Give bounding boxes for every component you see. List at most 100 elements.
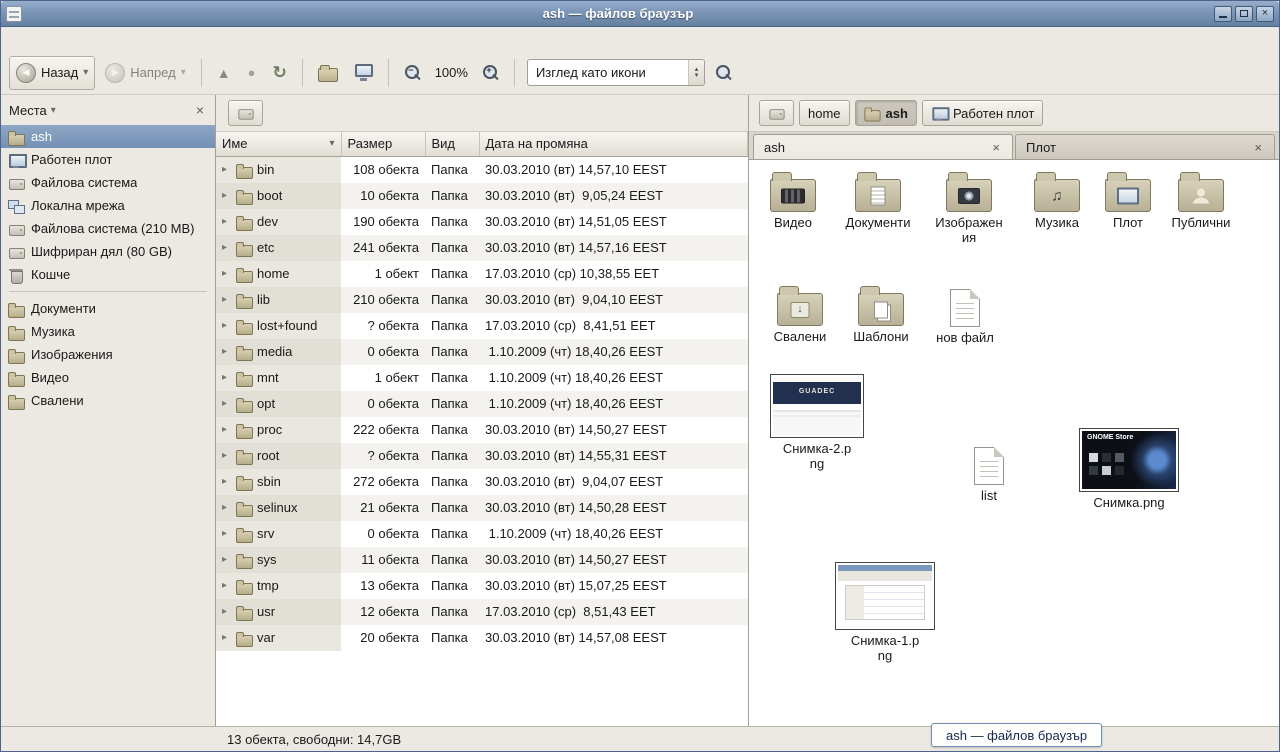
file-row[interactable]: ▸ media 0 обекта Папка 1.10.2009 (чт) 18… xyxy=(216,339,748,365)
file-row[interactable]: ▸ lost+found ? обекта Папка 17.03.2010 (… xyxy=(216,313,748,339)
expander-icon[interactable]: ▸ xyxy=(222,372,232,383)
file-row[interactable]: ▸ proc 222 обекта Папка 30.03.2010 (вт) … xyxy=(216,417,748,443)
file-row[interactable]: ▸ sys 11 обекта Папка 30.03.2010 (вт) 14… xyxy=(216,547,748,573)
path-button[interactable]: ash xyxy=(855,100,917,126)
file-row[interactable]: ▸ dev 190 обекта Папка 30.03.2010 (вт) 1… xyxy=(216,209,748,235)
sidebar-item[interactable]: Видео xyxy=(1,366,215,389)
expander-icon[interactable]: ▸ xyxy=(222,606,232,617)
sidebar-item[interactable]: Шифриран дял (80 GB) xyxy=(1,240,215,263)
expander-icon[interactable]: ▸ xyxy=(222,268,232,279)
folder-icon xyxy=(236,344,253,360)
sidebar-item[interactable]: Изображения xyxy=(1,343,215,366)
tab-close-button[interactable]: × xyxy=(990,141,1002,154)
stop-button[interactable]: ● xyxy=(241,56,263,90)
expander-icon[interactable]: ▸ xyxy=(222,346,232,357)
tab[interactable]: Плот × xyxy=(1015,134,1275,159)
icon-view-item[interactable]: Музика xyxy=(1021,170,1093,231)
icon-view-item[interactable]: Изображения xyxy=(925,170,1013,246)
expander-icon[interactable]: ▸ xyxy=(222,190,232,201)
sidebar-item[interactable]: Свалени xyxy=(1,389,215,412)
icon-view-item[interactable]: нов файл xyxy=(929,284,1001,346)
reload-button[interactable]: ↻ xyxy=(265,56,293,90)
file-row[interactable]: ▸ selinux 21 обекта Папка 30.03.2010 (вт… xyxy=(216,495,748,521)
search-button[interactable] xyxy=(708,56,739,90)
forward-button[interactable]: ▶ Напред ▾ xyxy=(98,56,192,90)
expander-icon[interactable]: ▸ xyxy=(222,554,232,565)
sidebar-item[interactable]: ash xyxy=(1,125,215,148)
zoom-in-button[interactable]: + xyxy=(475,56,506,90)
expander-icon[interactable]: ▸ xyxy=(222,424,232,435)
file-row[interactable]: ▸ home 1 обект Папка 17.03.2010 (ср) 10,… xyxy=(216,261,748,287)
sidebar-item[interactable]: Музика xyxy=(1,320,215,343)
menu-item[interactable] xyxy=(95,27,113,51)
sidebar-item[interactable]: Файлова система (210 MB) xyxy=(1,217,215,240)
file-row[interactable]: ▸ tmp 13 обекта Папка 30.03.2010 (вт) 15… xyxy=(216,573,748,599)
expander-icon[interactable]: ▸ xyxy=(222,164,232,175)
file-row[interactable]: ▸ lib 210 обекта Папка 30.03.2010 (вт) 9… xyxy=(216,287,748,313)
back-button[interactable]: ◀ Назад ▾ xyxy=(9,56,95,90)
expander-icon[interactable]: ▸ xyxy=(222,528,232,539)
icon-view-item[interactable]: GUADEC Снимка-2.png xyxy=(767,374,867,472)
expander-icon[interactable]: ▸ xyxy=(222,450,232,461)
column-header-type[interactable]: Вид xyxy=(425,132,479,156)
expander-icon[interactable]: ▸ xyxy=(222,242,232,253)
expander-icon[interactable]: ▸ xyxy=(222,632,232,643)
pathbar-root-button[interactable] xyxy=(759,100,794,126)
expander-icon[interactable]: ▸ xyxy=(222,502,232,513)
view-mode-select[interactable]: Изглед като икони ▴▾ xyxy=(527,59,705,86)
icon-view-item[interactable]: Плот xyxy=(1097,170,1159,231)
column-header-size[interactable]: Размер xyxy=(341,132,425,156)
menu-item[interactable] xyxy=(59,27,77,51)
file-row[interactable]: ▸ usr 12 обекта Папка 17.03.2010 (ср) 8,… xyxy=(216,599,748,625)
tab[interactable]: ash × xyxy=(753,134,1013,159)
file-row[interactable]: ▸ opt 0 обекта Папка 1.10.2009 (чт) 18,4… xyxy=(216,391,748,417)
expander-icon[interactable]: ▸ xyxy=(222,476,232,487)
file-row[interactable]: ▸ boot 10 обекта Папка 30.03.2010 (вт) 9… xyxy=(216,183,748,209)
tab-close-button[interactable]: × xyxy=(1252,141,1264,154)
icon-view-item[interactable]: Видео xyxy=(757,170,829,231)
file-row[interactable]: ▸ sbin 272 обекта Папка 30.03.2010 (вт) … xyxy=(216,469,748,495)
close-sidebar-button[interactable]: × xyxy=(193,102,207,118)
places-selector-chevron-icon[interactable]: ▾ xyxy=(51,105,56,116)
column-header-name[interactable]: Име▾ xyxy=(216,132,341,156)
minimize-button[interactable] xyxy=(1214,6,1232,22)
icon-view-item[interactable]: GNOME Store Снимка.png xyxy=(1077,428,1181,511)
file-row[interactable]: ▸ bin 108 обекта Папка 30.03.2010 (вт) 1… xyxy=(216,156,748,183)
icon-view-item[interactable]: Документи xyxy=(839,170,917,231)
icon-view-item[interactable]: Снимка-1.png xyxy=(833,562,937,664)
icon-view-item[interactable]: Шаблони xyxy=(845,284,917,345)
file-row[interactable]: ▸ var 20 обекта Папка 30.03.2010 (вт) 14… xyxy=(216,625,748,651)
maximize-button[interactable] xyxy=(1235,6,1253,22)
file-row[interactable]: ▸ srv 0 обекта Папка 1.10.2009 (чт) 18,4… xyxy=(216,521,748,547)
sidebar-item[interactable]: Документи xyxy=(1,297,215,320)
file-row[interactable]: ▸ etc 241 обекта Папка 30.03.2010 (вт) 1… xyxy=(216,235,748,261)
left-pathbar-root-button[interactable] xyxy=(228,100,263,126)
icon-view-item[interactable]: Свалени xyxy=(763,284,837,345)
icon-view-item[interactable]: list xyxy=(955,442,1023,504)
menu-item[interactable] xyxy=(77,27,95,51)
zoom-out-button[interactable]: − xyxy=(397,56,428,90)
up-button[interactable]: ▲ xyxy=(210,56,238,90)
file-row[interactable]: ▸ root ? обекта Папка 30.03.2010 (вт) 14… xyxy=(216,443,748,469)
sidebar-item[interactable]: Работен плот xyxy=(1,148,215,171)
close-button[interactable]: × xyxy=(1256,6,1274,22)
path-button[interactable]: Работен плот xyxy=(922,100,1043,126)
menu-item[interactable] xyxy=(23,27,41,51)
file-row[interactable]: ▸ mnt 1 обект Папка 1.10.2009 (чт) 18,40… xyxy=(216,365,748,391)
menu-item[interactable] xyxy=(41,27,59,51)
expander-icon[interactable]: ▸ xyxy=(222,398,232,409)
computer-button[interactable] xyxy=(348,56,380,90)
sidebar-item[interactable]: Кошче xyxy=(1,263,215,286)
column-header-date[interactable]: Дата на промяна xyxy=(479,132,748,156)
expander-icon[interactable]: ▸ xyxy=(222,294,232,305)
expander-icon[interactable]: ▸ xyxy=(222,216,232,227)
sidebar-item[interactable]: Файлова система xyxy=(1,171,215,194)
menu-item[interactable] xyxy=(5,27,23,51)
path-button[interactable]: home xyxy=(799,100,850,126)
icon-view-item[interactable]: Публични xyxy=(1163,170,1239,231)
home-button[interactable] xyxy=(311,56,345,90)
expander-icon[interactable]: ▸ xyxy=(222,320,232,331)
sidebar-item[interactable]: Локална мрежа xyxy=(1,194,215,217)
expander-icon[interactable]: ▸ xyxy=(222,580,232,591)
taskbar-window-button[interactable]: ash — файлов браузър xyxy=(931,723,1102,747)
